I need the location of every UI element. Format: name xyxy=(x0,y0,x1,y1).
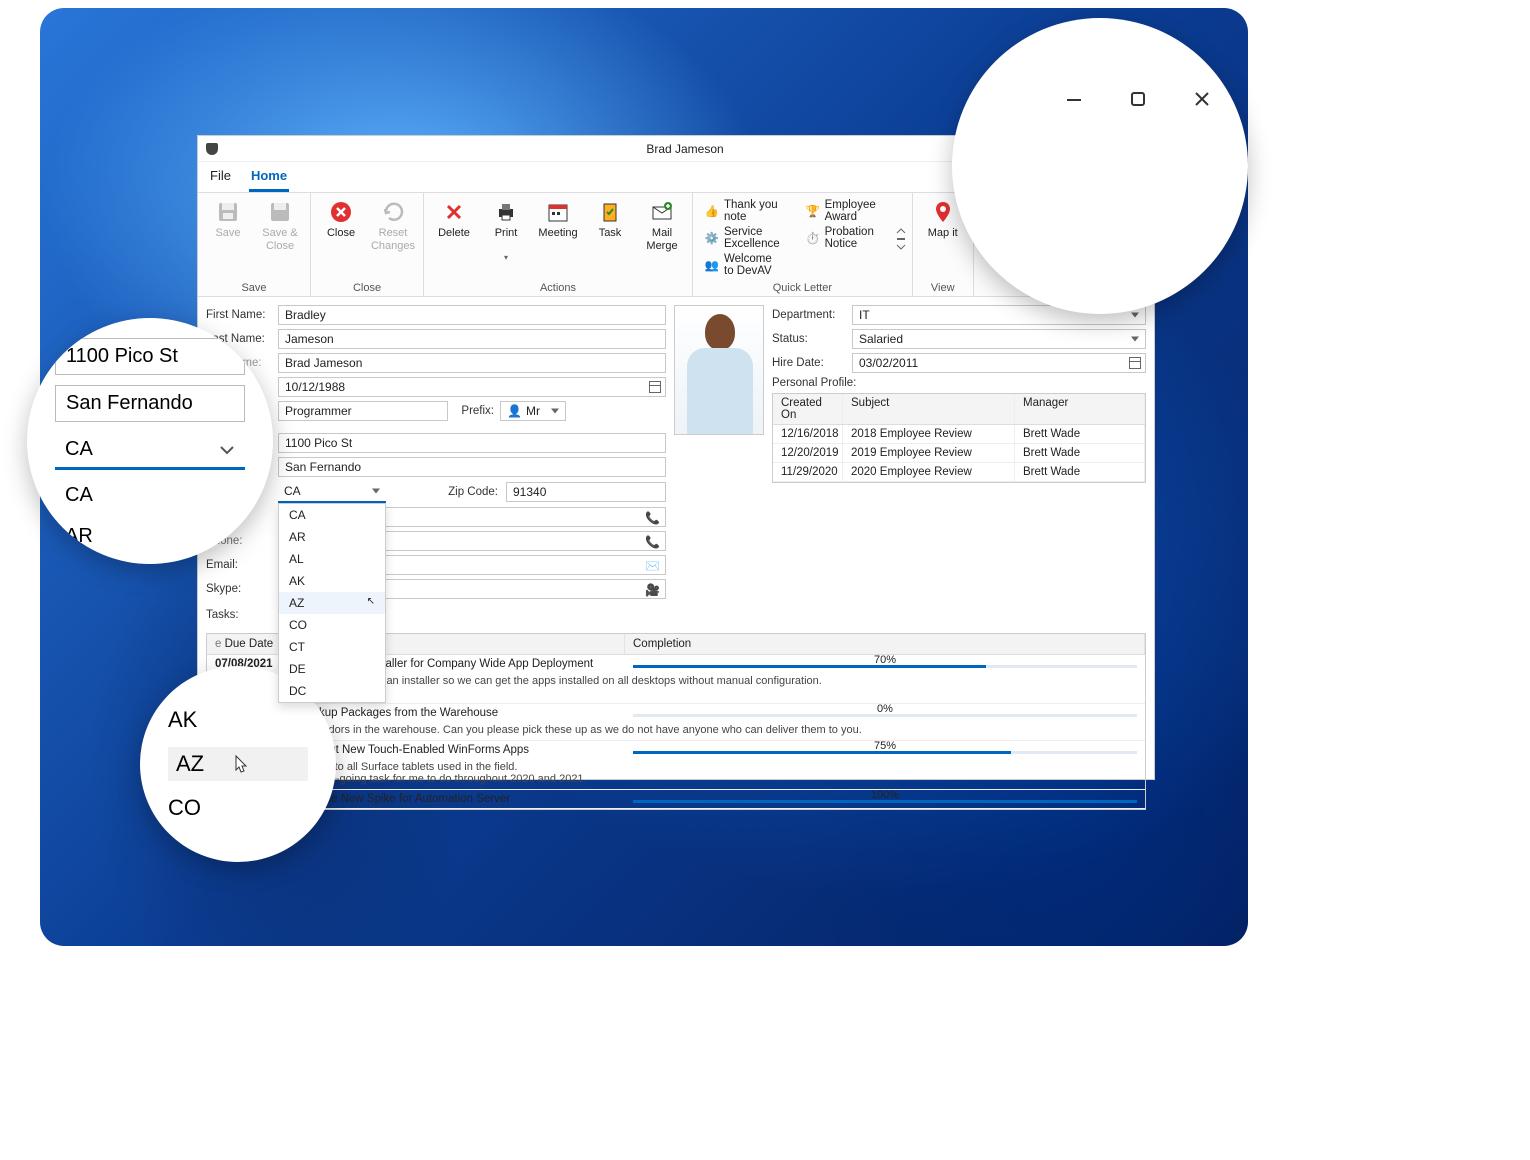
form-left-column: First Name:Bradley Last Name:Jameson Ful… xyxy=(206,305,666,625)
meeting-button[interactable]: Meeting xyxy=(534,197,582,280)
tab-home[interactable]: Home xyxy=(249,164,289,192)
state-option-ar[interactable]: AR xyxy=(279,526,385,548)
ribbon-group-actions: Delete Print ▾ Meeting Task Mail M xyxy=(424,193,693,296)
reset-changes-button[interactable]: Reset Changes xyxy=(369,197,417,280)
profile-row[interactable]: 12/20/20192019 Employee ReviewBrett Wade xyxy=(773,444,1145,463)
status-select[interactable]: Salaried xyxy=(852,329,1146,349)
mail-merge-button[interactable]: Mail Merge xyxy=(638,197,686,280)
thumbs-up-icon: 👍 xyxy=(705,204,719,218)
save-close-icon xyxy=(267,199,293,225)
chevron-down-icon xyxy=(219,445,235,455)
zoom-state-dropdown: 1100 Pico St San Fernando CA CA AR xyxy=(27,318,273,564)
minimize-button[interactable] xyxy=(1063,88,1085,110)
zoom-window-controls xyxy=(952,18,1248,314)
mail-icon: ✉️ xyxy=(645,559,659,573)
calendar-icon xyxy=(545,199,571,225)
zoom-option-co[interactable]: CO xyxy=(168,795,336,821)
mail-merge-icon xyxy=(649,199,675,225)
quick-probation-notice[interactable]: ⏱️Probation Notice xyxy=(806,226,876,250)
full-name-input[interactable]: Brad Jameson xyxy=(278,353,666,373)
city-input[interactable]: San Fernando xyxy=(278,457,666,477)
gear-icon: ⚙️ xyxy=(705,231,719,245)
app-icon xyxy=(206,143,218,155)
undo-icon xyxy=(380,199,406,225)
zip-input[interactable]: 91340 xyxy=(506,482,666,502)
close-window-button[interactable] xyxy=(1191,88,1213,110)
quick-thank-you[interactable]: 👍Thank you note xyxy=(705,199,780,223)
quick-letter-expand[interactable] xyxy=(896,227,906,251)
phone-icon: 📞 xyxy=(645,511,659,525)
quick-welcome[interactable]: 👥Welcome to DevAV xyxy=(705,253,780,277)
ribbon-group-close: Close Reset Changes Close xyxy=(311,193,424,296)
ribbon-group-quick-letter: 👍Thank you note ⚙️Service Excellence 👥We… xyxy=(693,193,913,296)
address-input[interactable]: 1100 Pico St xyxy=(278,433,666,453)
ribbon-group-save: Save Save & Close Save xyxy=(198,193,311,296)
prefix-select[interactable]: 👤 Mr xyxy=(500,401,566,421)
task-row[interactable]: 07/27/2021Create New Spike for Automatio… xyxy=(207,790,1145,809)
last-name-input[interactable]: Jameson xyxy=(278,329,666,349)
state-option-al[interactable]: AL xyxy=(279,548,385,570)
state-option-co[interactable]: CO xyxy=(279,614,385,636)
task-row[interactable]: 07/01/2021Pickup Packages from the Wareh… xyxy=(207,704,1145,741)
zoom-option-az[interactable]: AZ xyxy=(168,747,308,781)
quick-service-excellence[interactable]: ⚙️Service Excellence xyxy=(705,226,780,250)
state-dropdown: CAARALAKAZ↖COCTDEDC xyxy=(278,503,386,703)
state-option-az[interactable]: AZ↖ xyxy=(279,592,385,614)
state-option-ak[interactable]: AK xyxy=(279,570,385,592)
person-icon: 👤 xyxy=(507,404,522,418)
print-icon xyxy=(493,199,519,225)
zoom-option-ca[interactable]: CA xyxy=(55,480,245,511)
close-circle-icon xyxy=(328,199,354,225)
clock-icon: ⏱️ xyxy=(806,231,820,245)
trophy-icon: 🏆 xyxy=(806,204,820,218)
save-icon xyxy=(215,199,241,225)
calendar-picker-icon[interactable] xyxy=(1129,357,1141,369)
form-right-column: Department:IT Status:Salaried Hire Date:… xyxy=(772,305,1146,625)
first-name-input[interactable]: Bradley xyxy=(278,305,666,325)
personal-profile-grid[interactable]: Created On Subject Manager 12/16/2018201… xyxy=(772,393,1146,483)
title-input[interactable]: Programmer xyxy=(278,401,448,421)
state-option-ca[interactable]: CA xyxy=(279,504,385,526)
maximize-button[interactable] xyxy=(1127,88,1149,110)
hire-date-input[interactable]: 03/02/2011 xyxy=(852,353,1146,373)
print-button[interactable]: Print ▾ xyxy=(482,197,530,280)
map-pin-icon xyxy=(930,199,956,225)
profile-row[interactable]: 12/16/20182018 Employee ReviewBrett Wade xyxy=(773,425,1145,444)
clipboard-check-icon xyxy=(597,199,623,225)
people-icon: 👥 xyxy=(705,258,719,272)
cursor-icon xyxy=(234,754,250,774)
chevron-down-icon: ▾ xyxy=(504,253,508,262)
calendar-picker-icon[interactable] xyxy=(649,381,661,393)
tasks-header-completion[interactable]: Completion xyxy=(625,634,1145,654)
delete-button[interactable]: Delete xyxy=(430,197,478,280)
state-option-ct[interactable]: CT xyxy=(279,636,385,658)
phone-icon: 📞 xyxy=(645,535,659,549)
delete-icon xyxy=(441,199,467,225)
quick-employee-award[interactable]: 🏆Employee Award xyxy=(806,199,876,223)
task-row[interactable]: 07/30/2021Rollout New Touch-Enabled WinF… xyxy=(207,741,1145,790)
save-button[interactable]: Save xyxy=(204,197,252,280)
save-close-button[interactable]: Save & Close xyxy=(256,197,304,280)
video-icon: 🎥 xyxy=(645,583,659,597)
state-select[interactable]: CA CAARALAKAZ↖COCTDEDC xyxy=(278,481,386,503)
birth-date-input[interactable]: 10/12/1988 xyxy=(278,377,666,397)
zoom-address[interactable]: 1100 Pico St xyxy=(55,338,245,375)
zoom-city[interactable]: San Fernando xyxy=(55,385,245,422)
task-button[interactable]: Task xyxy=(586,197,634,280)
state-option-de[interactable]: DE xyxy=(279,658,385,680)
employee-photo xyxy=(674,305,764,435)
profile-row[interactable]: 11/29/20202020 Employee ReviewBrett Wade xyxy=(773,463,1145,482)
state-option-dc[interactable]: DC xyxy=(279,680,385,702)
zoom-option-ak[interactable]: AK xyxy=(168,707,336,733)
tab-file[interactable]: File xyxy=(208,164,233,192)
zoom-state-select[interactable]: CA xyxy=(55,432,245,470)
close-button[interactable]: Close xyxy=(317,197,365,280)
